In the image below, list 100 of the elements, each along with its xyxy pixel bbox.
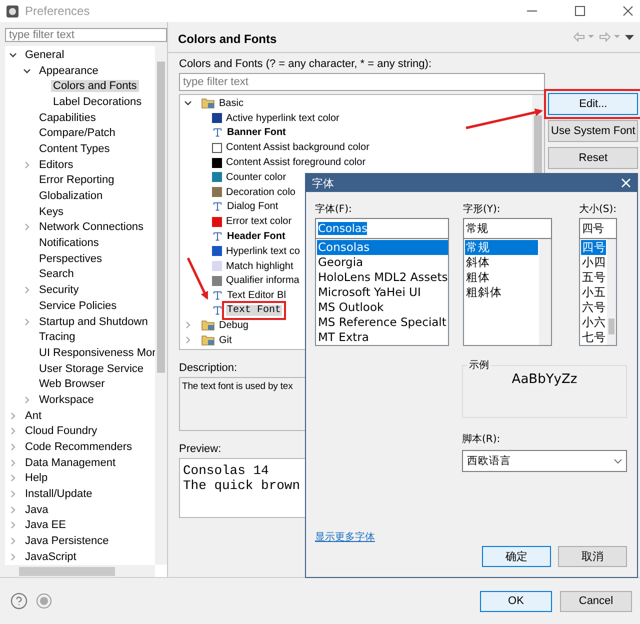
dialog-button[interactable]: Cancel — [560, 590, 632, 612]
tree-item[interactable]: Label Decorations — [51, 96, 144, 108]
list-item[interactable]: Consolas — [317, 240, 448, 255]
list-box[interactable]: 常规 斜体 粗体 粗斜体 — [463, 239, 552, 346]
tree-item[interactable]: Appearance — [37, 64, 100, 77]
tree-item[interactable]: Dialog Font — [226, 201, 280, 212]
list-item[interactable]: MT Extra — [317, 330, 448, 345]
chevron-right-icon[interactable] — [23, 160, 31, 169]
scrollbar[interactable] — [539, 239, 551, 345]
tree-item[interactable]: Cloud Foundry — [23, 425, 100, 438]
tree-item[interactable]: Colors and Fonts — [51, 80, 139, 92]
more-fonts-link[interactable]: 显示更多字体 — [315, 530, 375, 544]
chevron-right-icon[interactable] — [23, 286, 31, 294]
back-arrow-icon[interactable] — [573, 32, 596, 42]
list-item[interactable]: 小四 — [581, 255, 606, 270]
menu-icon[interactable] — [625, 33, 634, 41]
chevron-right-icon[interactable] — [23, 318, 31, 326]
tree-item[interactable]: Text Editor Bl — [226, 290, 287, 302]
list-item[interactable]: 五号 — [581, 270, 606, 285]
tree-item[interactable]: Web Browser — [37, 378, 107, 390]
preview-text: The quick brown — [183, 478, 302, 493]
list-item[interactable]: 七号 — [581, 330, 606, 345]
tree-item[interactable]: Editors — [37, 158, 76, 171]
list-item[interactable]: 小五 — [581, 285, 606, 300]
tree-item[interactable]: Decoration colo — [225, 186, 296, 198]
dialog-button[interactable]: 确定 — [482, 546, 551, 567]
tree-item[interactable]: Content Assist foreground color — [225, 157, 367, 168]
tree-item[interactable]: Error Reporting — [37, 174, 116, 186]
tree-item[interactable]: Workspace — [37, 394, 96, 406]
tree-item[interactable]: Data Management — [23, 456, 118, 469]
tree-item[interactable]: Content Types — [37, 142, 112, 155]
tree-item[interactable]: Keys — [37, 206, 66, 218]
tree-item[interactable]: Security — [37, 284, 81, 296]
tree-item[interactable]: JavaScript — [23, 550, 78, 563]
tree-item[interactable]: Basic — [218, 98, 244, 109]
maximize-icon[interactable] — [574, 5, 586, 17]
tree-item[interactable]: Help — [23, 472, 50, 484]
filter-field[interactable]: type filter text — [5, 28, 167, 42]
script-dropdown[interactable]: 西欧语言 — [462, 450, 627, 472]
chevron-right-icon[interactable] — [23, 223, 31, 232]
input-field[interactable]: 四号 — [579, 218, 617, 239]
tree-item[interactable]: Startup and Shutdown — [37, 316, 150, 328]
tree-item[interactable]: Text Font — [226, 305, 282, 316]
list-item[interactable]: MS Outlook — [317, 300, 448, 315]
list-item[interactable]: MS Reference Specialt — [317, 315, 448, 330]
tree-item[interactable]: Capabilities — [37, 112, 98, 124]
tree-item[interactable]: Content Assist background color — [225, 142, 370, 154]
input-field[interactable]: 常规 — [463, 218, 552, 239]
tree-item[interactable]: Service Policies — [37, 300, 119, 312]
action-button[interactable]: Reset — [548, 147, 638, 169]
list-item[interactable]: 六号 — [581, 300, 606, 315]
scrollbar[interactable] — [607, 239, 616, 345]
tree-item[interactable]: Java EE — [23, 519, 68, 532]
tree-item[interactable]: Network Connections — [37, 221, 146, 234]
dialog-button[interactable]: 取消 — [558, 546, 627, 567]
tree-item[interactable]: Search — [37, 268, 76, 280]
tree-item[interactable]: Error text color — [225, 216, 293, 228]
help-icon[interactable] — [10, 592, 28, 610]
scrollbar[interactable] — [5, 564, 155, 578]
tree-item[interactable]: Banner Font — [226, 127, 287, 138]
tree-item[interactable]: Tracing — [37, 331, 78, 344]
tree-item[interactable]: Git — [218, 334, 233, 346]
list-box[interactable]: 四号 小四 五号 小五 六号 小六 七号 — [579, 239, 617, 346]
dialog-button[interactable]: OK — [480, 590, 552, 612]
tree-item[interactable]: Install/Update — [23, 488, 94, 500]
tree-item[interactable]: Code Recommenders — [23, 441, 134, 454]
tree-item[interactable]: Match highlight — [225, 260, 294, 272]
tree-item[interactable]: Perspectives — [37, 252, 104, 265]
tree-item[interactable]: Ant — [23, 410, 44, 422]
tree-item[interactable]: Java Persistence — [23, 535, 111, 548]
tree-item[interactable]: Notifications — [37, 237, 101, 250]
list-item[interactable]: 常规 — [465, 240, 538, 255]
tree-item[interactable]: Qualifier informa — [225, 275, 300, 286]
scrollbar[interactable] — [155, 46, 167, 565]
tree-item[interactable]: Header Font — [226, 231, 286, 242]
list-item[interactable]: 斜体 — [465, 255, 538, 270]
list-item[interactable]: Georgia — [317, 255, 448, 270]
list-item[interactable]: HoloLens MDL2 Assets — [317, 270, 448, 285]
close-icon[interactable] — [622, 5, 634, 17]
chevron-down-icon[interactable] — [184, 99, 192, 108]
list-item[interactable]: 四号 — [581, 240, 606, 255]
tree-item[interactable]: Java — [23, 504, 50, 516]
list-item[interactable]: 小六 — [581, 315, 606, 330]
filter-field[interactable]: type filter text — [179, 73, 545, 91]
record-icon[interactable] — [36, 593, 52, 609]
tree-item[interactable]: User Storage Service — [37, 362, 146, 375]
list-item[interactable]: 粗斜体 — [465, 285, 538, 300]
tree-item[interactable]: Active hyperlink text color — [225, 112, 340, 124]
tree-item[interactable]: Globalization — [37, 190, 105, 202]
action-button[interactable]: Use System Font — [548, 120, 638, 142]
input-field[interactable]: Consolas — [315, 218, 449, 239]
list-item[interactable]: Microsoft YaHei UI — [317, 285, 448, 300]
list-item[interactable]: 粗体 — [465, 270, 538, 285]
tree-item[interactable]: Compare/Patch — [37, 127, 118, 140]
list-box[interactable]: Consolas Georgia HoloLens MDL2 Assets Microsoft YaHei UI MS Outlook MS Reference Specialt MT Extra — [315, 239, 449, 346]
tree-item[interactable]: Hyperlink text co — [225, 246, 301, 257]
tree-item[interactable]: Counter color — [225, 172, 288, 183]
action-button[interactable]: Edit... — [548, 93, 638, 115]
tree-item[interactable]: General — [23, 48, 66, 61]
tree-item[interactable]: Debug — [218, 320, 250, 331]
